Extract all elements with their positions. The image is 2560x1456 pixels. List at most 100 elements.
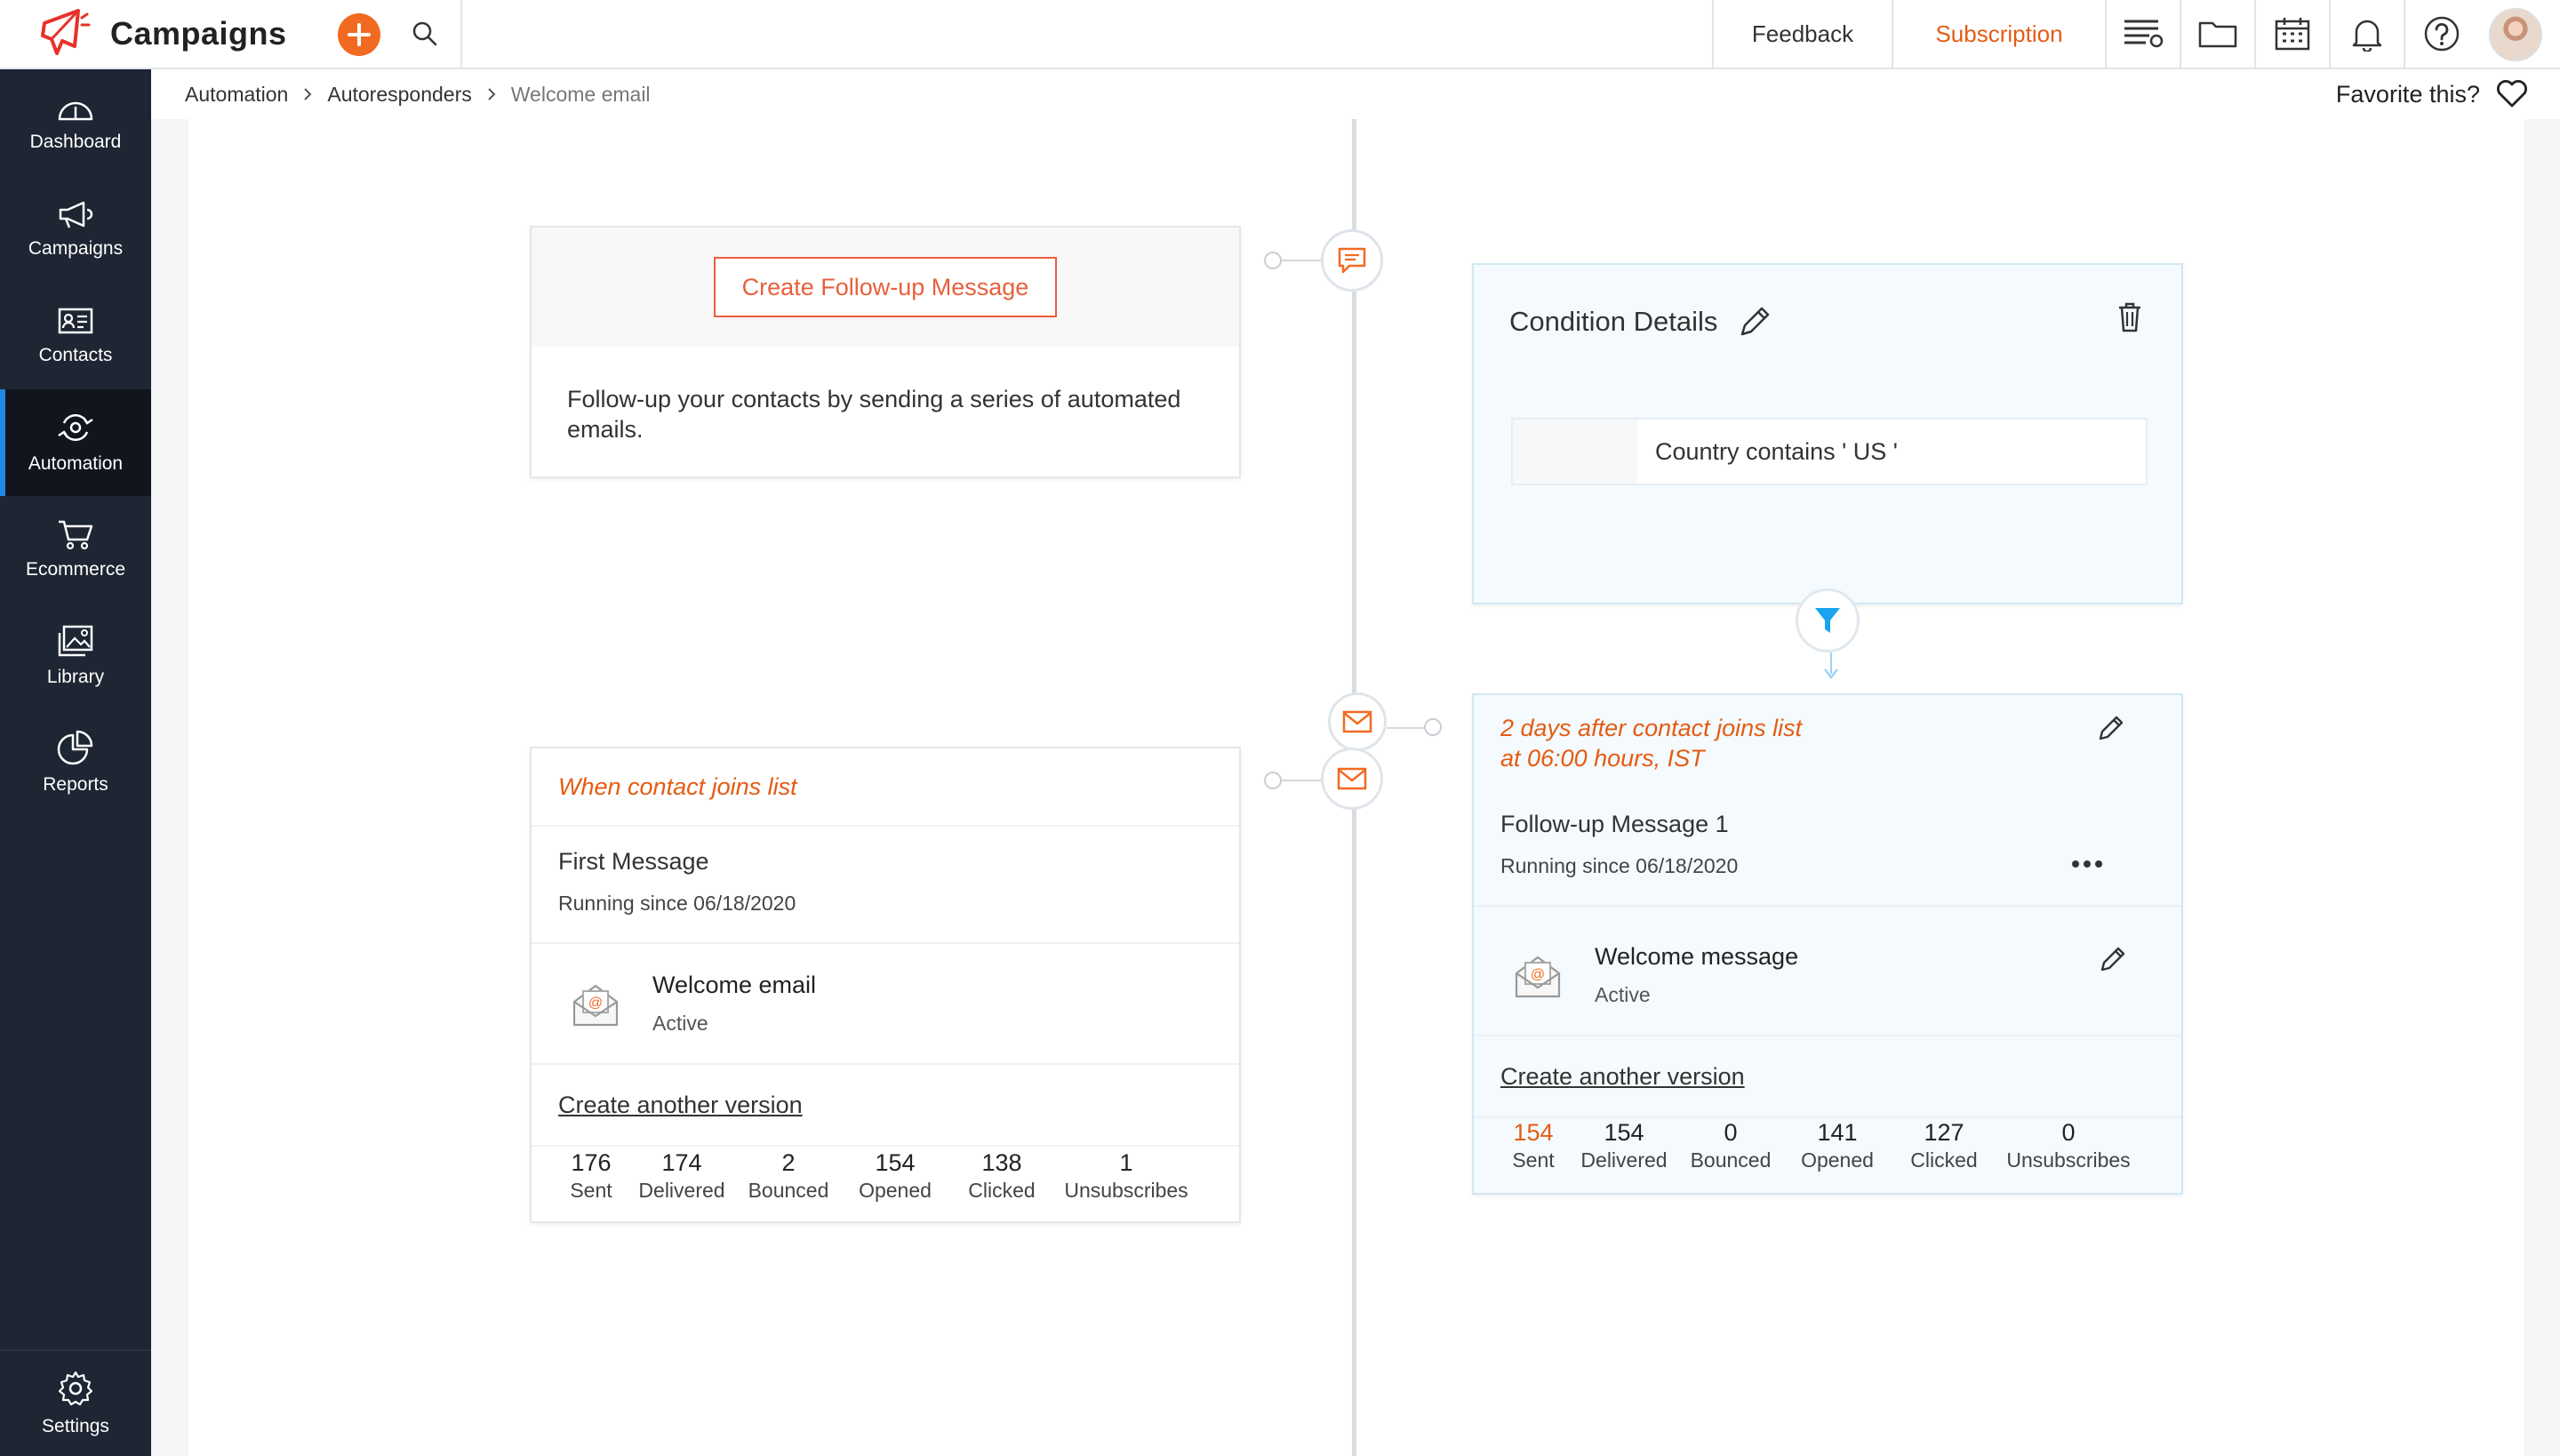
list-view-button[interactable] [2105,0,2180,68]
running-status: Running since 06/18/2020 [558,892,796,915]
breadcrumb-autoresponders[interactable]: Autoresponders [327,83,471,107]
breadcrumb: Automation Autoresponders Welcome email … [151,69,2560,119]
followup-node[interactable] [1321,229,1383,292]
contact-card-icon [58,308,93,334]
brand[interactable]: Campaigns [0,0,329,68]
running-status: Running since 06/18/2020 [1500,854,1739,877]
condition-value: Country contains ' US ' [1655,437,1898,465]
edit-trigger-button[interactable] [2096,713,2126,743]
mail-icon [1337,767,1367,790]
connector-line [1282,780,1323,781]
notifications-button[interactable] [2329,0,2404,68]
sidebar-item-contacts[interactable]: Contacts [0,283,151,389]
arrow-down-icon [1823,667,1839,681]
mail-icon [1342,710,1372,733]
condition-row: Country contains ' US ' [1511,418,2148,485]
first-message-card: When contact joins list First Message Ru… [530,747,1241,1223]
create-followup-card: Create Follow-up Message Follow-up your … [530,226,1241,478]
chevron-right-icon [302,86,313,102]
feedback-link[interactable]: Feedback [1712,0,1892,68]
stats-row: 176 Sent 174 Delivered 2 Bounced 154 Opened … [558,1148,1202,1204]
stat-opened[interactable]: 141 Opened [1780,1118,1895,1173]
edit-pencil-icon[interactable] [1737,304,1772,340]
connector-dot [1264,772,1282,789]
create-followup-button[interactable]: Create Follow-up Message [713,257,1058,317]
sidebar-item-campaigns[interactable]: Campaigns [0,176,151,283]
heart-icon[interactable] [2496,80,2528,108]
sidebar-item-reports[interactable]: Reports [0,709,151,816]
more-options-button[interactable] [2071,859,2103,869]
stat-bounced[interactable]: 2 Bounced [740,1148,837,1204]
stat-opened[interactable]: 154 Opened [837,1148,953,1204]
filter-node[interactable] [1796,588,1860,652]
help-icon [2424,16,2460,52]
calendar-icon [2275,18,2310,51]
breadcrumb-automation[interactable]: Automation [185,83,288,107]
sidebar-item-ecommerce[interactable]: Ecommerce [0,496,151,603]
condition-title: Condition Details [1509,306,1718,337]
email-row[interactable]: @ Welcome email Active [532,944,1239,1063]
message-icon [1338,247,1366,274]
folder-button[interactable] [2180,0,2254,68]
followup-description: Follow-up your contacts by sending a ser… [567,386,1181,443]
email-row[interactable]: @ Welcome message Active [1513,916,2135,1035]
svg-text:@: @ [588,996,603,1011]
chevron-right-icon [486,86,497,102]
followup-message-card: 2 days after contact joins list at 06:00… [1472,693,2183,1195]
edit-pencil-icon [2100,947,2125,972]
create-plus-button[interactable] [338,13,380,56]
stat-unsubscribes[interactable]: 0 Unsubscribes [1993,1118,2144,1173]
user-avatar[interactable] [2489,8,2542,61]
stats-row: 154 Sent 154 Delivered 0 Bounced 141 Opened … [1500,1118,2144,1173]
connector-dot [1424,718,1442,736]
app-title: Campaigns [110,15,287,52]
stat-sent[interactable]: 176 Sent [558,1148,624,1204]
calendar-button[interactable] [2254,0,2329,68]
favorite-toggle[interactable]: Favorite this? [2336,69,2528,119]
sidebar-item-settings[interactable]: Settings [0,1349,151,1456]
sidebar-item-automation[interactable]: Automation [0,389,151,496]
sidebar-item-label: Contacts [38,345,113,365]
search-button[interactable] [389,0,462,68]
sidebar-item-label: Dashboard [29,132,122,152]
sidebar: Dashboard Campaigns Contacts Automation … [0,69,151,1456]
sidebar-item-label: Campaigns [28,238,124,259]
edit-pencil-icon [2099,716,2124,740]
sidebar-item-library[interactable]: Library [0,603,151,709]
create-version-link[interactable]: Create another version [558,1092,803,1119]
trash-icon [2119,302,2140,332]
connector-dot [1264,252,1282,269]
stat-delivered[interactable]: 174 Delivered [624,1148,740,1204]
edit-email-button[interactable] [2098,944,2128,974]
message-title: First Message [558,848,709,875]
stat-bounced[interactable]: 0 Bounced [1682,1118,1780,1173]
stat-sent[interactable]: 154 Sent [1500,1118,1566,1173]
stat-clicked[interactable]: 127 Clicked [1895,1118,1993,1173]
pie-chart-icon [57,730,93,765]
first-message-node[interactable] [1321,748,1383,810]
list-view-icon [2124,20,2164,48]
gear-icon [58,1371,93,1406]
breadcrumb-current: Welcome email [510,82,651,106]
email-status: Active [1595,983,1651,1006]
trigger-text: 2 days after contact joins list [1500,715,1803,741]
connector-line [1387,727,1424,729]
sidebar-item-label: Library [46,667,105,687]
subscription-link[interactable]: Subscription [1892,0,2105,68]
email-name: Welcome email [652,972,817,998]
sidebar-item-label: Settings [42,1416,109,1436]
delete-condition-button[interactable] [2117,302,2142,332]
sidebar-item-label: Ecommerce [25,559,126,580]
search-icon [412,21,437,46]
create-version-link[interactable]: Create another version [1500,1063,1745,1091]
stat-unsubscribes[interactable]: 1 Unsubscribes [1051,1148,1202,1204]
followup-message-node[interactable] [1328,692,1387,751]
message-title: Follow-up Message 1 [1500,811,1729,837]
help-button[interactable] [2404,0,2478,68]
sidebar-item-dashboard[interactable]: Dashboard [0,69,151,176]
stat-clicked[interactable]: 138 Clicked [953,1148,1051,1204]
filter-icon [1815,608,1840,633]
stat-delivered[interactable]: 154 Delivered [1566,1118,1682,1173]
top-bar: Campaigns Feedback Subscription [0,0,2560,69]
automation-icon [58,414,93,441]
